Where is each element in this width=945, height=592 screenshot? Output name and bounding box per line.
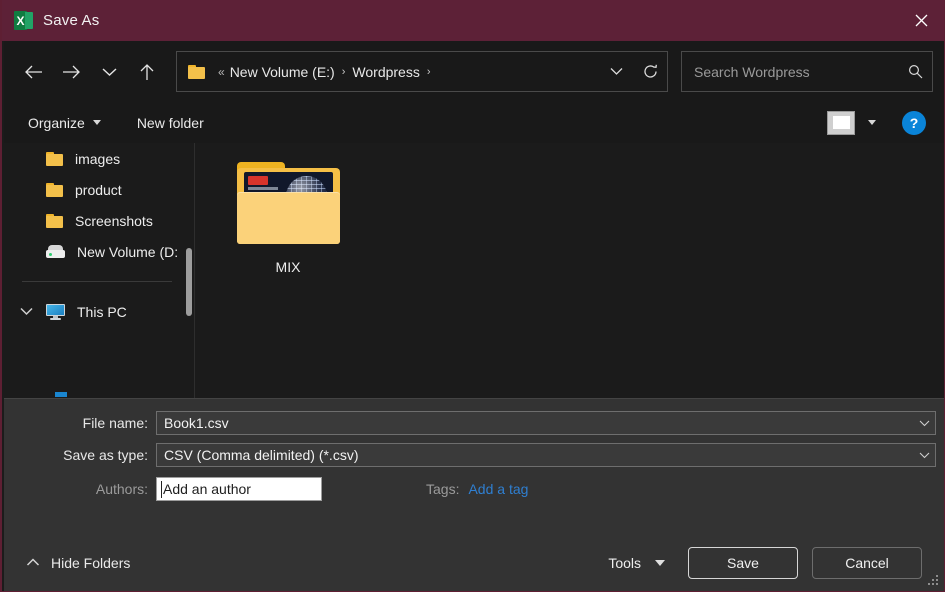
resize-grip-icon[interactable]	[927, 574, 940, 587]
folder-icon	[46, 182, 63, 197]
authors-field[interactable]: Add an author	[156, 477, 322, 501]
sidebar-item-label: product	[75, 181, 122, 198]
forward-button[interactable]	[52, 53, 90, 91]
chevron-down-icon[interactable]	[599, 52, 633, 91]
title-bar-left: X Save As	[2, 11, 99, 30]
sidebar-item-label: New Volume (D:	[77, 243, 179, 260]
navigation-bar: « New Volume (E:) › Wordpress › Search W…	[4, 41, 944, 102]
sidebar-item-images[interactable]: images	[4, 143, 194, 174]
folder-icon	[188, 64, 205, 79]
save-as-type-label: Save as type:	[63, 447, 148, 463]
authors-row: Authors: Add an author Tags: Add a tag	[4, 477, 944, 501]
help-button[interactable]: ?	[902, 110, 926, 135]
search-icon[interactable]	[898, 64, 932, 79]
sidebar-item-screenshots[interactable]: Screenshots	[4, 205, 194, 236]
authors-label: Authors:	[95, 481, 148, 497]
sidebar-item-partial	[55, 392, 67, 397]
sidebar-item-label: Screenshots	[75, 212, 153, 229]
breadcrumb-separator[interactable]: ›	[335, 66, 353, 78]
view-layout-icon[interactable]	[827, 110, 855, 135]
this-pc-icon	[46, 303, 65, 320]
add-a-tag-link[interactable]: Add a tag	[468, 481, 528, 497]
window-title: Save As	[43, 12, 100, 29]
file-name-input[interactable]: Book1.csv	[156, 411, 936, 435]
hide-folders-button[interactable]: Hide Folders	[26, 555, 130, 571]
chevron-up-icon	[26, 558, 40, 567]
sidebar-item-product[interactable]: product	[4, 174, 194, 205]
folder-thumbnail-icon	[236, 162, 340, 246]
cancel-button[interactable]: Cancel	[812, 546, 922, 579]
sidebar-scrollbar[interactable]	[184, 143, 194, 398]
chevron-down-icon[interactable]	[913, 420, 935, 427]
file-name-value: Book1.csv	[164, 415, 229, 431]
tools-button[interactable]: Tools	[600, 549, 673, 577]
text-cursor	[161, 481, 162, 498]
file-list-pane[interactable]: MIX	[195, 143, 944, 398]
chevron-down-icon[interactable]	[913, 452, 935, 459]
command-toolbar: Organize New folder ?	[4, 102, 944, 143]
new-folder-button[interactable]: New folder	[127, 110, 214, 136]
chevron-down-icon[interactable]	[18, 307, 34, 316]
organize-label: Organize	[28, 114, 85, 131]
sidebar-item-new-volume-d[interactable]: New Volume (D:	[4, 236, 194, 267]
save-button[interactable]: Save	[688, 546, 798, 579]
dialog-footer: Hide Folders Tools Save Cancel	[4, 534, 944, 591]
file-list-item-label: MIX	[275, 259, 301, 275]
up-button[interactable]	[128, 53, 166, 91]
back-button[interactable]	[14, 53, 52, 91]
view-options-chevron-down-icon[interactable]	[868, 120, 876, 125]
save-as-dialog: X Save As « New Volume (E:) › Wordpress …	[0, 0, 945, 592]
save-form-panel: File name: Book1.csv Save as type: CSV (…	[4, 398, 944, 534]
close-icon[interactable]	[898, 0, 944, 41]
file-list-item-mix[interactable]: MIX	[228, 162, 348, 275]
search-input[interactable]: Search Wordpress	[682, 64, 898, 80]
content-area: images product Screenshots New Volume (D…	[4, 143, 944, 398]
navigation-pane: images product Screenshots New Volume (D…	[4, 143, 194, 398]
sidebar-item-label: This PC	[77, 303, 127, 320]
caret-down-icon	[655, 559, 665, 566]
tags-group: Tags: Add a tag	[426, 481, 528, 497]
save-as-type-value: CSV (Comma delimited) (*.csv)	[164, 447, 359, 463]
tags-label: Tags:	[426, 481, 460, 497]
sidebar-divider	[22, 281, 172, 282]
excel-icon: X	[14, 11, 33, 30]
new-folder-label: New folder	[136, 114, 204, 131]
tools-label: Tools	[608, 554, 641, 571]
caret-down-icon	[92, 120, 101, 125]
address-bar[interactable]: « New Volume (E:) › Wordpress ›	[176, 51, 668, 92]
file-name-label: File name:	[82, 415, 148, 431]
search-box[interactable]: Search Wordpress	[681, 51, 933, 92]
file-name-row: File name: Book1.csv	[4, 411, 944, 435]
folder-icon	[46, 151, 63, 166]
sidebar-item-label: images	[75, 150, 121, 167]
sidebar-scrollbar-thumb[interactable]	[186, 248, 192, 316]
drive-icon	[46, 245, 65, 258]
organize-button[interactable]: Organize	[18, 110, 111, 136]
save-as-type-row: Save as type: CSV (Comma delimited) (*.c…	[4, 443, 944, 467]
breadcrumb-item-wordpress[interactable]: Wordpress	[352, 64, 419, 80]
recent-locations-button[interactable]	[90, 53, 128, 91]
hide-folders-label: Hide Folders	[51, 554, 131, 571]
authors-value: Add an author	[163, 481, 251, 497]
refresh-icon[interactable]	[633, 52, 667, 91]
folder-icon	[46, 213, 63, 228]
breadcrumb-separator-2[interactable]: ›	[420, 66, 438, 78]
breadcrumb-overflow[interactable]: «	[213, 65, 230, 79]
save-as-type-select[interactable]: CSV (Comma delimited) (*.csv)	[156, 443, 936, 467]
sidebar-item-this-pc[interactable]: This PC	[4, 296, 194, 327]
title-bar: X Save As	[2, 0, 944, 41]
breadcrumb-item-drive[interactable]: New Volume (E:)	[230, 64, 335, 80]
